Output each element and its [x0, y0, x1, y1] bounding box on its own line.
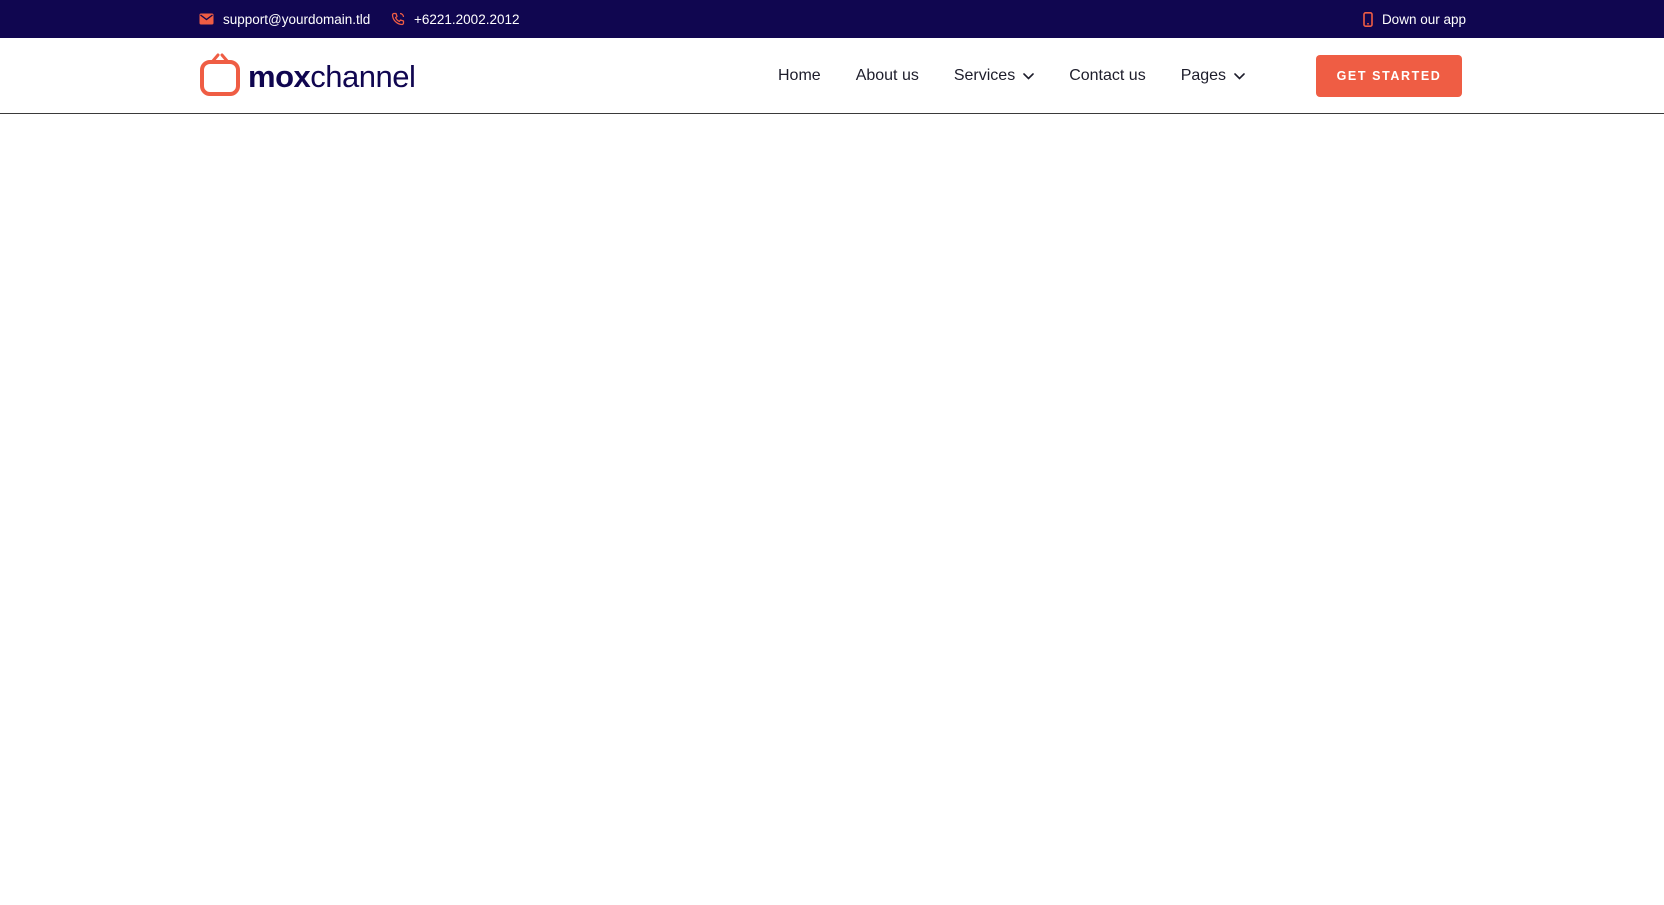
nav-item-label: Pages — [1180, 67, 1227, 84]
smartphone-icon — [1363, 11, 1373, 27]
topbar-phone[interactable]: +6221.2002.2012 — [391, 0, 519, 38]
nav-item-label: Services — [953, 67, 1016, 84]
download-app-link[interactable]: Down our app — [1382, 12, 1466, 27]
main-navbar: moxchannel Home About us Services Contac… — [0, 38, 1664, 114]
brand-name-bold: mox — [248, 58, 311, 94]
nav-menu: Home About us Services Contact us Pages — [778, 38, 1245, 114]
chevron-down-icon — [1234, 67, 1245, 85]
get-started-button[interactable]: GET STARTED — [1316, 55, 1462, 97]
nav-item-contact-us[interactable]: Contact us — [1069, 67, 1145, 85]
brand-name-light: channel — [310, 58, 416, 94]
email-link[interactable]: support@yourdomain.tld — [223, 12, 370, 27]
top-bar: support@yourdomain.tld +6221.2002.2012 D… — [0, 0, 1664, 38]
nav-item-home[interactable]: Home — [778, 67, 821, 85]
topbar-email[interactable]: support@yourdomain.tld — [199, 0, 370, 38]
nav-item-about-us[interactable]: About us — [856, 67, 919, 85]
phone-link[interactable]: +6221.2002.2012 — [414, 12, 519, 27]
envelope-icon — [199, 13, 214, 25]
nav-item-label: Contact us — [1069, 67, 1146, 84]
tv-icon — [200, 52, 240, 101]
brand-name: moxchannel — [248, 58, 416, 94]
nav-item-label: About us — [855, 67, 919, 84]
nav-item-services[interactable]: Services — [953, 67, 1035, 85]
chevron-down-icon — [1023, 67, 1035, 85]
nav-item-pages[interactable]: Pages — [1181, 67, 1245, 85]
phone-icon — [391, 12, 405, 26]
page-content-area — [0, 115, 1664, 905]
brand-logo[interactable]: moxchannel — [200, 52, 416, 101]
topbar-app[interactable]: Down our app — [1363, 0, 1466, 38]
nav-item-label: Home — [778, 67, 821, 84]
